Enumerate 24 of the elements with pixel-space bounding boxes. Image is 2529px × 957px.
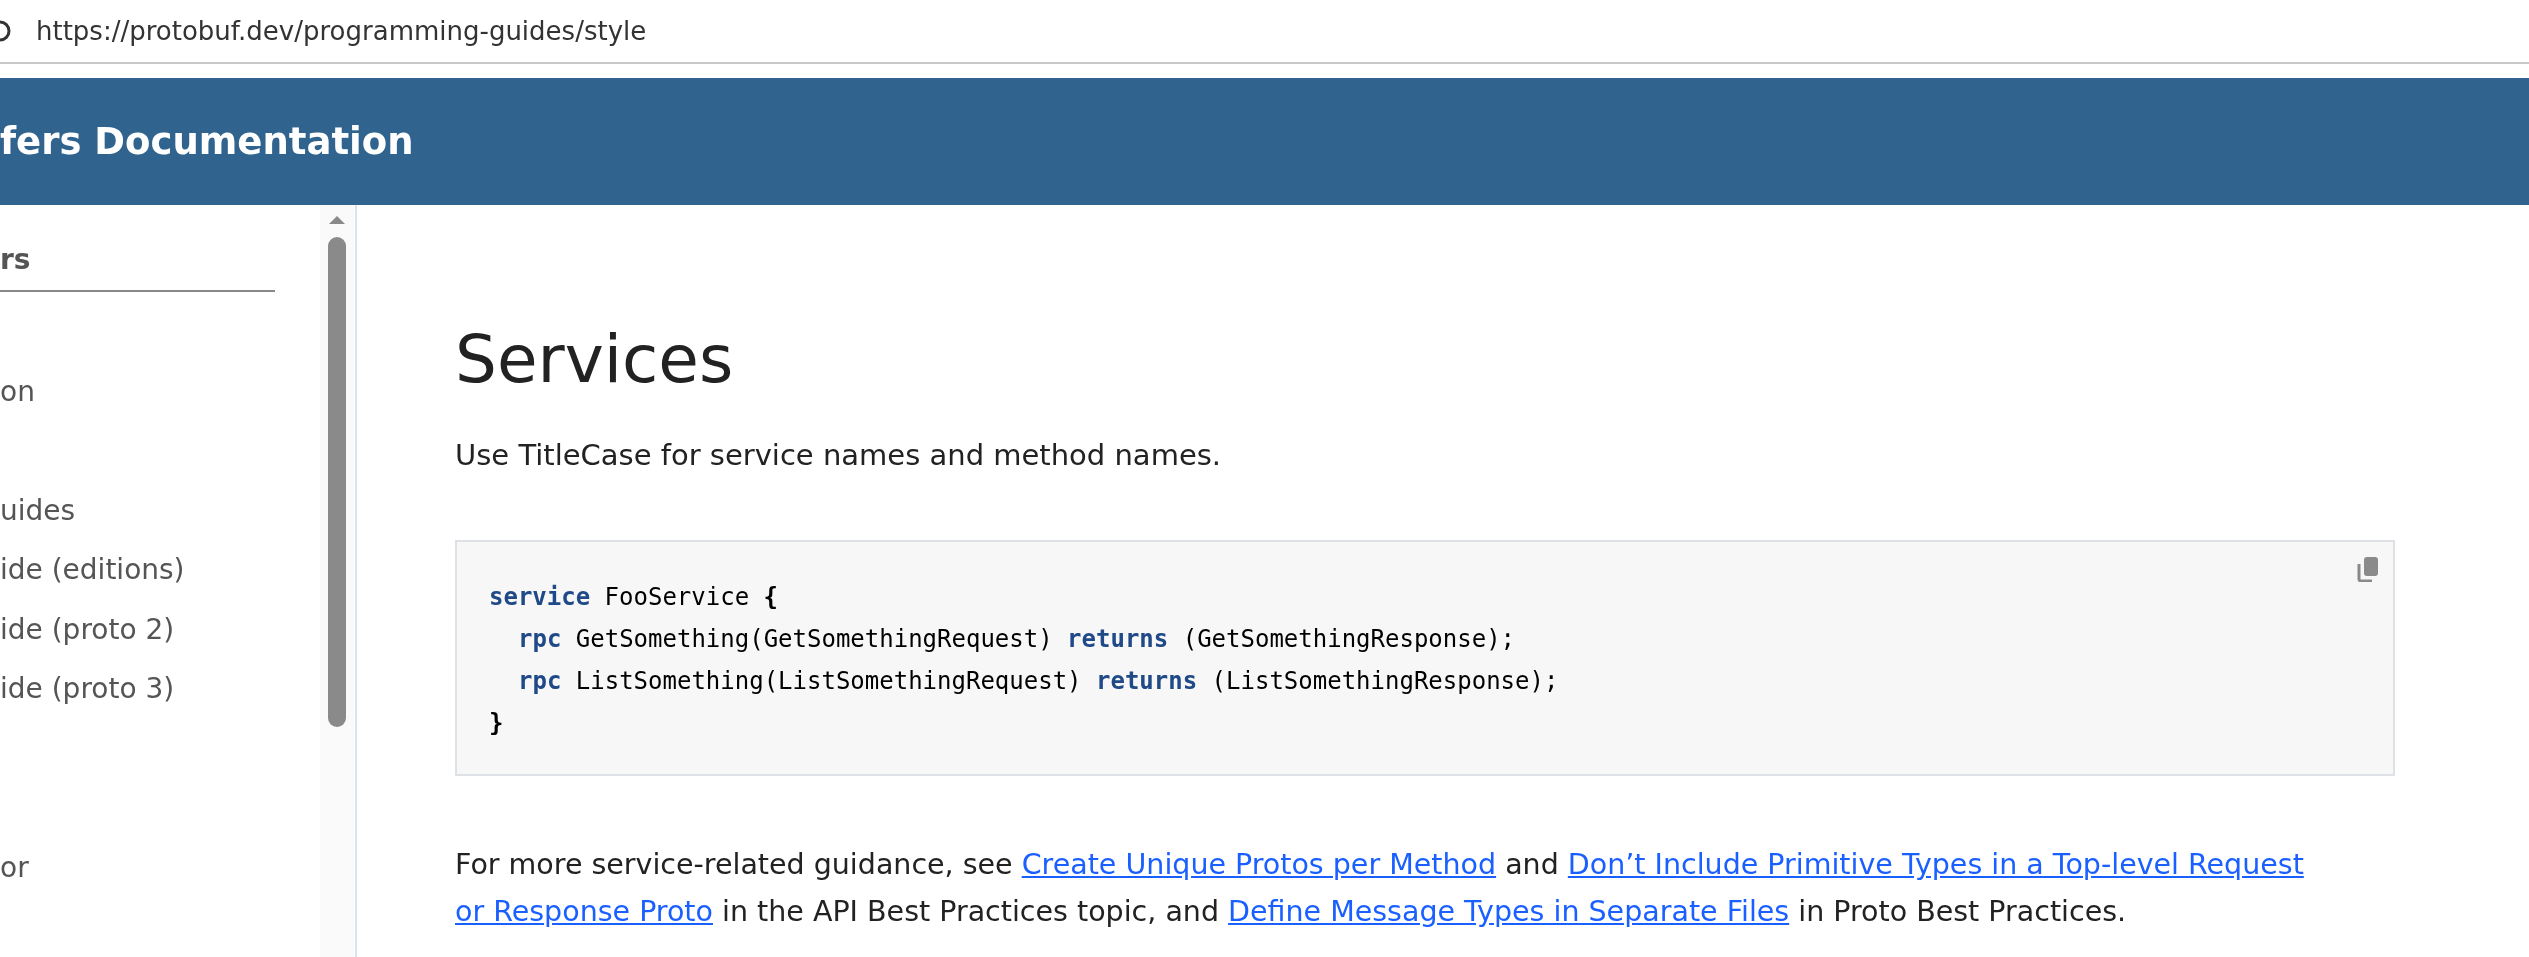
doc-link[interactable]: or Response Proto: [455, 895, 713, 928]
scroll-thumb[interactable]: [328, 237, 346, 727]
sidebar-item[interactable]: ide (proto 2): [0, 599, 320, 659]
doc-link[interactable]: Don’t Include Primitive Types in a Top-level Request: [1567, 848, 2304, 881]
section-heading: Services: [455, 320, 735, 400]
scroll-up-icon[interactable]: [328, 215, 346, 225]
url-text[interactable]: https://protobuf.dev/programming-guides/style: [36, 16, 647, 46]
copy-icon[interactable]: [2357, 556, 2379, 582]
doc-link[interactable]: Create Unique Protos per Method: [1021, 848, 1497, 881]
sidebar-item[interactable]: on: [0, 361, 320, 421]
doc-link[interactable]: Define Message Types in Separate Files: [1228, 895, 1790, 928]
code-line: }: [489, 708, 505, 739]
sidebar-item[interactable]: or: [0, 837, 320, 897]
code-line: service FooService {: [489, 582, 779, 613]
sidebar-item[interactable]: ide (proto 3): [0, 659, 320, 719]
code-line: rpc ListSomething(ListSomethingRequest) returns (ListSomethingResponse);: [517, 666, 1560, 697]
scrollbar[interactable]: [320, 205, 354, 957]
paragraph-text: Use TitleCase for service names and method names.: [455, 437, 1223, 474]
paragraph-text: For more service-related guidance, see Create Unique Protos per Method and Don’t Include Primitive Types in a Top-level Request or Response Proto in the API Best Practices topic, and Define Message Types in Separate Files in Proto Best Practices.: [455, 847, 2305, 930]
site-title[interactable]: fers Documentation: [0, 120, 414, 163]
sidebar-item[interactable]: ide (editions): [0, 540, 320, 600]
sidebar-item[interactable]: uides: [0, 480, 320, 540]
code-line: rpc GetSomething(GetSomethingRequest) returns (GetSomethingResponse);: [517, 624, 1517, 655]
sidebar-title: rs: [0, 243, 275, 292]
